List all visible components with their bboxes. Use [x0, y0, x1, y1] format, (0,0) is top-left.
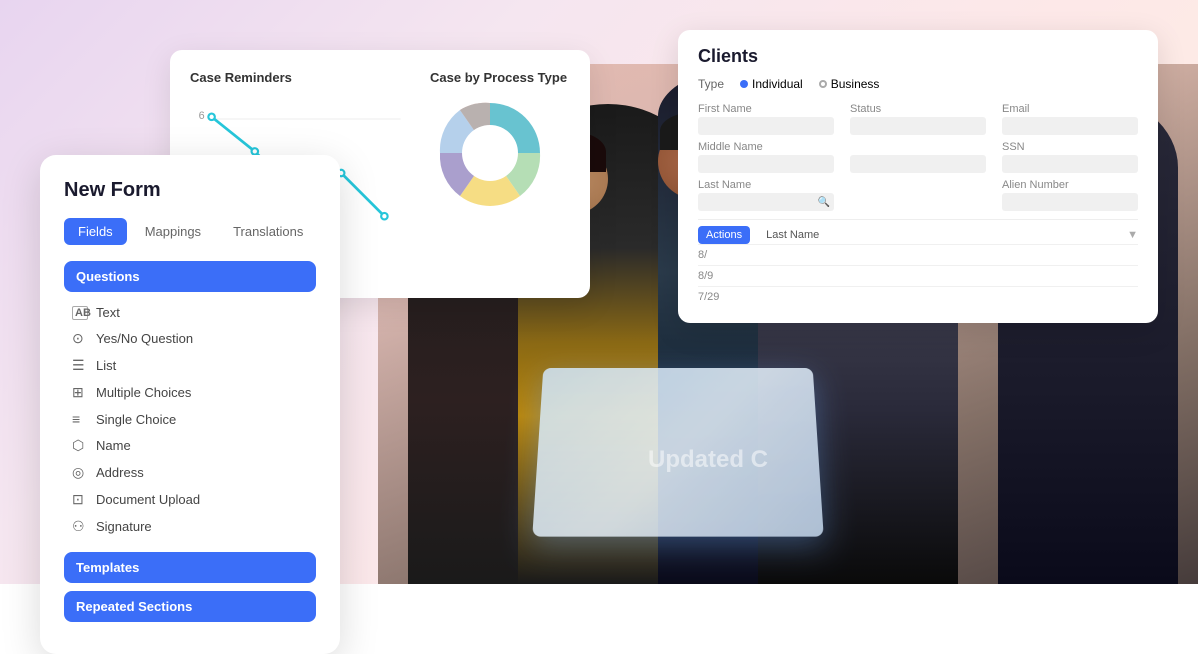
form-title: New Form	[64, 179, 316, 202]
radio-dot-individual	[740, 80, 748, 88]
table-row: 8/9	[698, 265, 1138, 286]
clients-title: Clients	[698, 46, 1138, 67]
middle-col2-input[interactable]	[850, 155, 986, 173]
table-row: 7/29	[698, 286, 1138, 307]
menu-item-address[interactable]: ◎ Address	[64, 459, 316, 486]
address-icon: ◎	[72, 464, 88, 481]
field-email: Email	[1002, 103, 1138, 135]
tab-mappings[interactable]: Mappings	[131, 218, 215, 245]
email-label: Email	[1002, 103, 1138, 115]
menu-item-document-upload[interactable]: ⊡ Document Upload	[64, 486, 316, 513]
process-type-title: Case by Process Type	[430, 70, 570, 85]
alien-number-label: Alien Number	[1002, 179, 1138, 191]
menu-item-yes-no[interactable]: ⊙ Yes/No Question	[64, 325, 316, 352]
firstname-input[interactable]	[698, 117, 834, 135]
field-ssn: SSN	[1002, 141, 1138, 173]
menu-item-signature[interactable]: ⚇ Signature	[64, 513, 316, 540]
reminders-title: Case Reminders	[190, 70, 406, 85]
field-middle-col2	[850, 141, 986, 173]
menu-item-multiple-choices[interactable]: ⊞ Multiple Choices	[64, 379, 316, 406]
svg-text:6: 6	[199, 110, 205, 122]
clients-table: 8/ 8/9 7/29	[698, 244, 1138, 307]
clients-card: Clients Type Individual Business First N…	[678, 30, 1158, 323]
menu-item-name[interactable]: ⬡ Name	[64, 432, 316, 459]
donut-chart-section: Case by Process Type	[430, 70, 570, 278]
middlename-label: Middle Name	[698, 141, 834, 153]
field-alien-placeholder	[850, 179, 986, 211]
lastname-label: Last Name	[698, 179, 834, 191]
questions-section-btn[interactable]: Questions	[64, 261, 316, 292]
field-alien-number: Alien Number	[1002, 179, 1138, 211]
clients-type-row: Type Individual Business	[698, 77, 1138, 91]
repeated-sections-btn[interactable]: Repeated Sections	[64, 591, 316, 622]
radio-dot-business	[819, 80, 827, 88]
field-status: Status	[850, 103, 986, 135]
donut-chart-svg	[430, 93, 550, 213]
field-middlename: Middle Name	[698, 141, 834, 173]
ssn-input[interactable]	[1002, 155, 1138, 173]
status-input[interactable]	[850, 117, 986, 135]
radio-individual[interactable]: Individual	[740, 77, 803, 91]
clients-fields-grid: First Name Status Email Middle Name SSN …	[698, 103, 1138, 211]
tab-bar: Fields Mappings Translations	[64, 218, 316, 245]
middlename-input[interactable]	[698, 155, 834, 173]
field-firstname: First Name	[698, 103, 834, 135]
clients-actions-row: Actions Last Name ▼	[698, 219, 1138, 244]
yes-no-icon: ⊙	[72, 330, 88, 347]
field-lastname: Last Name 🔍	[698, 179, 834, 211]
templates-section-btn[interactable]: Templates	[64, 552, 316, 583]
alien-number-input[interactable]	[1002, 193, 1138, 211]
menu-item-single-choice[interactable]: ≡ Single Choice	[64, 406, 316, 432]
signature-icon: ⚇	[72, 518, 88, 535]
form-card: New Form Fields Mappings Translations Qu…	[40, 155, 340, 654]
type-label: Type	[698, 77, 724, 91]
menu-item-list[interactable]: ☰ List	[64, 352, 316, 379]
status-label: Status	[850, 103, 986, 115]
single-choice-icon: ≡	[72, 411, 88, 427]
updated-overlay: Updated C	[648, 446, 768, 474]
tab-translations[interactable]: Translations	[219, 218, 317, 245]
document-upload-icon: ⊡	[72, 491, 88, 508]
radio-business[interactable]: Business	[819, 77, 880, 91]
dropdown-arrow[interactable]: ▼	[1127, 229, 1138, 241]
name-icon: ⬡	[72, 437, 88, 454]
list-icon: ☰	[72, 357, 88, 374]
email-input[interactable]	[1002, 117, 1138, 135]
firstname-label: First Name	[698, 103, 834, 115]
multiple-choices-icon: ⊞	[72, 384, 88, 401]
lastname-input[interactable]: 🔍	[698, 193, 834, 211]
last-name-col-header: Last Name	[766, 229, 819, 241]
text-icon: AB	[72, 306, 88, 320]
ssn-label: SSN	[1002, 141, 1138, 153]
actions-tag[interactable]: Actions	[698, 226, 750, 244]
menu-item-text[interactable]: AB Text	[64, 300, 316, 325]
tab-fields[interactable]: Fields	[64, 218, 127, 245]
menu-items-list: AB Text ⊙ Yes/No Question ☰ List ⊞ Multi…	[64, 300, 316, 540]
table-row: 8/	[698, 244, 1138, 265]
